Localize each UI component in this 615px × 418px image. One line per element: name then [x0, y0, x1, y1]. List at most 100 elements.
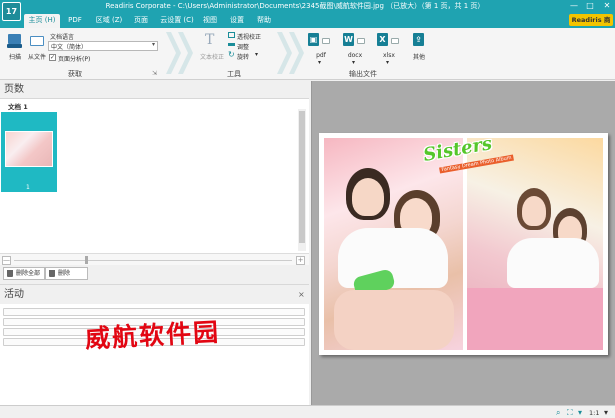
zoom-ratio[interactable]: 1:1 — [589, 409, 599, 417]
legs-shape — [334, 290, 454, 350]
rotate-button[interactable]: ↻ 旋转 ▾ — [228, 50, 268, 61]
tab-pdf[interactable]: PDF — [64, 14, 86, 28]
tab-view[interactable]: 视图 — [200, 14, 220, 28]
trash-icon — [49, 270, 55, 277]
page-analysis-label: 页面分析(P) — [58, 56, 91, 63]
delete-label: 删除 — [58, 270, 71, 277]
text-check-button[interactable]: T 文本校正 — [199, 32, 225, 64]
trash-icon — [7, 270, 13, 277]
shirt-shape — [507, 238, 599, 288]
excel-icon: X — [377, 33, 388, 46]
text-check-label: 文本校正 — [199, 54, 224, 61]
thumbnail-zoom-bar: — + — [0, 253, 309, 265]
photo-right — [467, 138, 603, 350]
pages-panel: 文档 1 1 — [0, 98, 309, 253]
zoom-in-button[interactable]: + — [296, 256, 305, 265]
scanner-base-icon — [7, 44, 22, 48]
page-number: 1 — [26, 184, 30, 191]
perspective-correction-button[interactable]: 透视校正 — [228, 32, 268, 41]
doc-language-label: 文档语言 — [50, 34, 75, 41]
slider-knob[interactable] — [85, 256, 88, 264]
acquire-group-label: 获取 — [68, 70, 82, 78]
pdf-icon: ▣ — [308, 33, 319, 46]
xlsx-output-button[interactable]: X xlsx ▾ — [375, 32, 405, 66]
page-actions: 删除全部 删除 — [0, 265, 309, 283]
folder-icon — [391, 38, 399, 44]
delete-all-label: 删除全部 — [16, 270, 41, 277]
other-label: 其他 — [412, 54, 425, 61]
bed-shape — [467, 288, 603, 350]
docx-label: docx — [347, 52, 363, 59]
tab-settings[interactable]: 设置 — [227, 14, 247, 28]
docx-output-button[interactable]: W docx ▾ — [341, 32, 371, 66]
app-logo-icon[interactable]: 17 — [2, 2, 21, 21]
page-analysis-checkbox[interactable]: ✓ — [49, 54, 56, 61]
xlsx-label: xlsx — [383, 52, 395, 59]
scan-label: 扫描 — [8, 54, 21, 61]
language-select[interactable]: 中文（简体） ▾ — [48, 41, 158, 51]
document-preview[interactable]: Sisters Fantasy Dream Photo Album — [311, 81, 615, 405]
face-shape — [522, 196, 546, 226]
delete-all-button[interactable]: 删除全部 — [3, 267, 46, 280]
tab-cloud-settings[interactable]: 云设置 (C) — [158, 14, 196, 28]
chevron-down-icon: ▾ — [318, 59, 322, 66]
chevron-down-icon[interactable]: ▾ — [604, 408, 608, 417]
chevron-down-icon: ▾ — [255, 51, 259, 58]
folder-icon — [30, 36, 44, 46]
title-bar: Readiris Corporate - C:\Users\Administra… — [0, 0, 615, 13]
language-value: 中文（简体） — [51, 44, 88, 51]
thumbnail-zoom-slider[interactable] — [14, 260, 292, 261]
adjust-label: 调整 — [237, 44, 250, 51]
folder-icon — [322, 38, 330, 44]
tab-help[interactable]: 帮助 — [254, 14, 274, 28]
adjust-icon — [228, 43, 235, 46]
other-output-button[interactable]: ⇪ 其他 — [410, 32, 428, 62]
store-button[interactable]: Readiris 商店 — [569, 14, 613, 36]
activity-panel-title: 活动 — [0, 284, 309, 304]
workflow-arrow-icon — [287, 30, 305, 76]
folder-icon — [357, 38, 365, 44]
pdf-output-button[interactable]: ▣ pdf ▾ — [308, 32, 336, 66]
scanner-icon — [8, 34, 21, 44]
vertical-scrollbar[interactable] — [298, 109, 306, 251]
delete-button[interactable]: 删除 — [45, 267, 88, 280]
word-icon: W — [343, 33, 354, 46]
status-bar: ⌕ ⛶ ▾ 1:1 ▾ — [0, 405, 615, 418]
document-label: 文档 1 — [8, 103, 28, 111]
maximize-button[interactable]: □ — [582, 0, 598, 13]
fit-page-icon[interactable]: ⛶ — [567, 408, 573, 418]
face-shape — [352, 178, 384, 216]
search-icon[interactable]: ⌕ — [556, 408, 560, 418]
page-preview: Sisters Fantasy Dream Photo Album — [319, 133, 608, 355]
from-file-button[interactable]: 从文件 — [26, 32, 48, 64]
perspective-icon — [228, 32, 235, 38]
adjust-button[interactable]: 调整 — [228, 42, 268, 51]
close-icon[interactable]: × — [298, 290, 305, 299]
page-thumbnail-image — [5, 131, 53, 167]
dialog-launcher-icon[interactable]: ⇲ — [152, 70, 157, 77]
activity-panel: 威航软件园 — [0, 304, 309, 405]
perspective-label: 透视校正 — [237, 34, 262, 41]
text-correction-icon: T — [205, 32, 215, 48]
close-button[interactable]: ✕ — [599, 0, 615, 13]
page-thumbnail[interactable]: 1 — [1, 112, 57, 192]
tab-pages[interactable]: 页面 — [130, 14, 152, 28]
rotate-icon: ↻ — [228, 50, 235, 59]
pdf-label: pdf — [316, 52, 326, 59]
ribbon-tabs: 主页 (H) PDF 区域 (Z) 页面 云设置 (C) 视图 设置 帮助 — [0, 13, 615, 28]
chevron-down-icon[interactable]: ▾ — [578, 408, 582, 417]
scrollbar-thumb[interactable] — [299, 111, 305, 243]
chevron-down-icon: ▾ — [386, 59, 390, 66]
from-file-label: 从文件 — [27, 54, 46, 61]
window-title: Readiris Corporate - C:\Users\Administra… — [105, 2, 485, 10]
tab-home[interactable]: 主页 (H) — [24, 14, 60, 28]
zoom-out-button[interactable]: — — [2, 256, 11, 265]
tab-zone[interactable]: 区域 (Z) — [92, 14, 126, 28]
minimize-button[interactable]: — — [566, 0, 582, 13]
scan-button[interactable]: 扫描 — [6, 32, 24, 64]
export-icon: ⇪ — [413, 33, 424, 46]
rotate-label: 旋转 — [237, 54, 250, 61]
output-group-label: 输出文件 — [349, 70, 377, 78]
watermark-text: 威航软件园 — [84, 317, 221, 354]
pages-panel-title: 页数 — [0, 81, 309, 98]
